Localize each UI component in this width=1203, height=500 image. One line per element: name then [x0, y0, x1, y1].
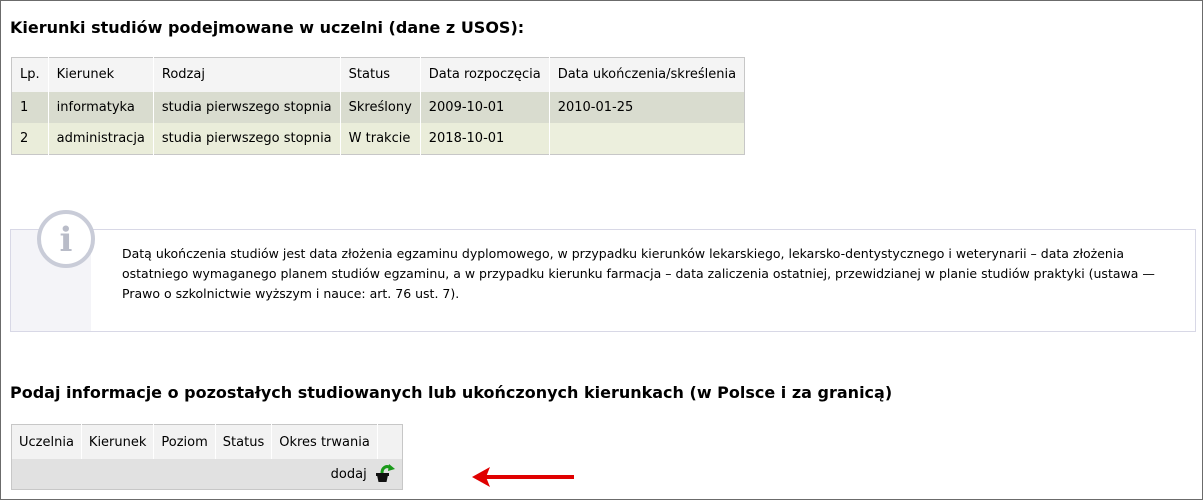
usos-studies-table: Lp. Kierunek Rodzaj Status Data rozpoczę…: [11, 57, 746, 155]
cell-status: W trakcie: [339, 122, 421, 154]
cell-start-date: 2018-10-01: [419, 122, 550, 154]
col-header-rodzaj: Rodzaj: [152, 57, 341, 92]
info-box-content: Datą ukończenia studiów jest data złożen…: [91, 229, 1196, 332]
cell-lp: 1: [20, 99, 29, 115]
col-header-end-date: Data ukończenia/skreślenia: [548, 57, 745, 92]
add-item-icon[interactable]: [374, 464, 396, 484]
cell-kierunek: administracja: [47, 122, 154, 154]
col-header-kierunek: Kierunek: [47, 57, 154, 92]
col-header-status: Status: [339, 57, 421, 92]
col-header-okres: Okres trwania: [271, 424, 378, 459]
add-label: dodaj: [330, 466, 367, 482]
annotation-arrow-icon: [472, 467, 574, 487]
add-link[interactable]: dodaj: [330, 464, 396, 484]
table-header-row: Lp. Kierunek Rodzaj Status Data rozpoczę…: [11, 57, 745, 92]
cell-rodzaj: studia pierwszego stopnia: [152, 91, 341, 123]
table-header-row: Uczelnia Kierunek Poziom Status Okres tr…: [12, 424, 403, 459]
section-title-other-studies: Podaj informacje o pozostałych studiowan…: [10, 383, 893, 402]
col-header-status: Status: [214, 424, 272, 459]
cell-end-date: [548, 122, 745, 154]
cell-rodzaj: studia pierwszego stopnia: [152, 122, 341, 154]
table-row: 2 administracja studia pierwszego stopni…: [11, 122, 745, 154]
table-row: 1 informatyka studia pierwszego stopnia …: [11, 91, 745, 123]
col-header-actions: [376, 424, 403, 459]
add-row: dodaj: [11, 459, 403, 490]
info-text: Datą ukończenia studiów jest data złożen…: [122, 246, 1155, 301]
cell-status: Skreślony: [339, 91, 421, 123]
col-header-kierunek: Kierunek: [80, 424, 154, 459]
cell-kierunek: informatyka: [47, 91, 154, 123]
other-studies-table: Uczelnia Kierunek Poziom Status Okres tr…: [11, 424, 403, 490]
col-header-uczelnia: Uczelnia: [19, 434, 74, 450]
info-icon-glyph: i: [59, 220, 73, 260]
section-title-usos: Kierunki studiów podejmowane w uczelni (…: [10, 18, 525, 37]
col-header-poziom: Poziom: [153, 424, 216, 459]
info-icon: i: [37, 210, 95, 268]
cell-end-date: 2010-01-25: [548, 91, 745, 123]
info-box: Datą ukończenia studiów jest data złożen…: [10, 210, 1196, 332]
col-header-lp: Lp.: [20, 67, 40, 83]
cell-lp: 2: [20, 130, 29, 146]
add-cell: dodaj: [11, 459, 403, 490]
col-header-start-date: Data rozpoczęcia: [419, 57, 550, 92]
cell-start-date: 2009-10-01: [419, 91, 550, 123]
